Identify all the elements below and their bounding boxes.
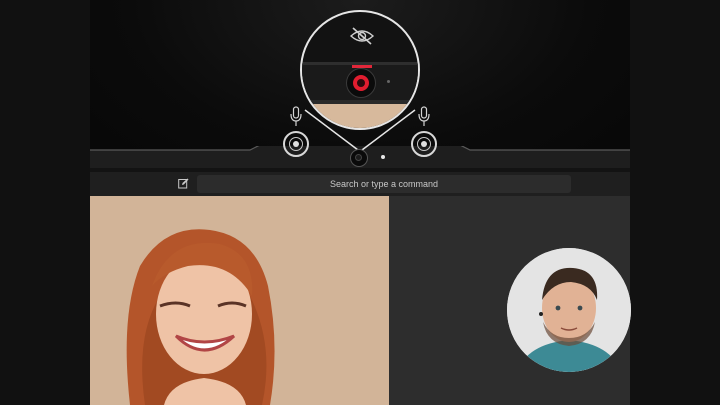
compose-icon[interactable] [178,178,189,189]
sensor-dot [387,80,390,83]
privacy-shutter-zoom [300,10,420,130]
shutter-center [357,79,365,87]
participant-woman-avatar [90,196,389,405]
background-peek [302,104,418,128]
webcam-lens [350,149,368,167]
left-margin [0,0,90,405]
search-placeholder: Search or type a command [329,179,439,189]
participant-man-avatar [507,248,631,372]
eye-slash-icon [349,27,375,45]
camera-indicator-light [381,155,385,159]
search-input[interactable]: Search or type a command [197,175,571,193]
participant-video-main [90,196,389,405]
right-margin [630,0,720,405]
